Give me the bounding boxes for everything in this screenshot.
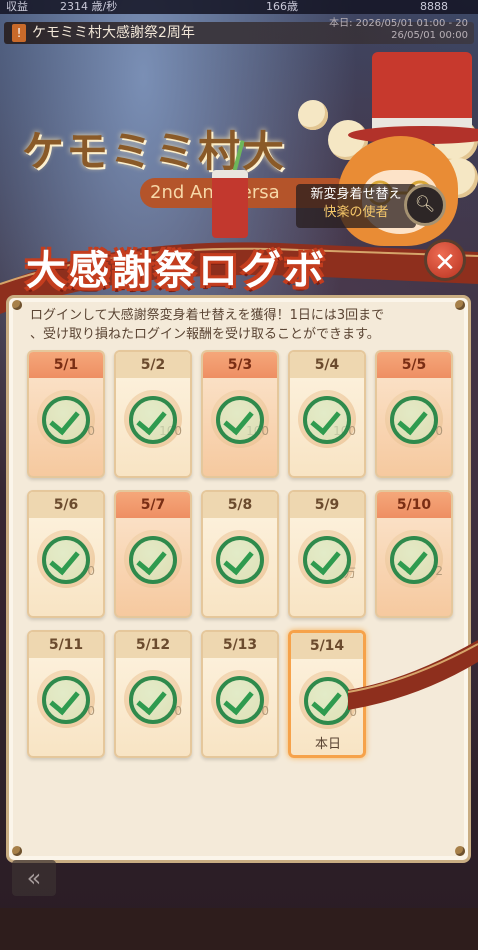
description-line-2: 、受け取り損ねたログイン報酬を受け取ることができます。 (30, 327, 380, 342)
login-day-card[interactable]: 5/5 0 (375, 350, 453, 478)
bubble-line-1: 新変身着せ替え (310, 187, 402, 202)
day-date-label: 5/2 (116, 352, 190, 378)
login-day-card[interactable]: 5/6 0 (27, 490, 105, 618)
day-date-label: 5/11 (29, 632, 103, 658)
claimed-check-icon (390, 536, 438, 584)
panel-description: ログインして大感謝祭変身着せ替えを獲得！1日には3回まで 、受け取り損ねたログイ… (30, 306, 450, 344)
day-date-label: 5/3 (203, 352, 277, 378)
drink-cup-icon (212, 170, 248, 238)
panel-rivet (455, 846, 465, 856)
stat-value: 166歳 (266, 0, 298, 13)
login-day-card[interactable]: 5/12 0 (114, 630, 192, 758)
login-day-card[interactable]: 5/8 (201, 490, 279, 618)
income-label: 収益 (6, 0, 28, 13)
news-text: ケモミミ村大感謝祭2周年 (32, 25, 195, 41)
day-date-label: 5/12 (116, 632, 190, 658)
claimed-check-icon (216, 396, 264, 444)
day-date-label: 5/8 (203, 492, 277, 518)
claimed-check-icon (129, 676, 177, 724)
close-icon: ✕ (434, 248, 456, 278)
login-day-card[interactable]: 5/2100 (114, 350, 192, 478)
login-day-card[interactable]: 5/3100 (201, 350, 279, 478)
gems-value: 8888 (420, 0, 448, 13)
claimed-check-icon (129, 396, 177, 444)
login-day-card[interactable]: 5/10 2 (375, 490, 453, 618)
ribbon-tail-decoration (348, 640, 478, 710)
info-icon: ! (12, 24, 26, 42)
claimed-check-icon (42, 676, 90, 724)
panel-rivet (12, 846, 22, 856)
day-date-label: 5/10 (377, 492, 451, 518)
bottom-bar (0, 908, 478, 950)
claimed-check-icon (216, 536, 264, 584)
day-date-label: 5/13 (203, 632, 277, 658)
day-date-label: 5/9 (290, 492, 364, 518)
login-day-card[interactable]: 5/13 0 (201, 630, 279, 758)
bubble-line-2: 快楽の使者 (323, 205, 389, 220)
claimed-check-icon (129, 536, 177, 584)
claimed-check-icon (42, 396, 90, 444)
claimed-check-icon (390, 396, 438, 444)
claimed-check-icon (304, 677, 352, 725)
back-arrow-icon: « (26, 864, 42, 892)
claimed-check-icon (42, 536, 90, 584)
login-day-card[interactable]: 5/4100 (288, 350, 366, 478)
date-line-1: 本日: 2026/05/01 01:00 - 20 (329, 18, 468, 29)
magnify-icon[interactable]: 🔍︎ (404, 184, 446, 226)
costume-info-bubble[interactable]: 新変身着せ替え 快楽の使者 (296, 184, 416, 228)
login-day-card[interactable]: 5/9 万 (288, 490, 366, 618)
status-bar: 収益 2314 歳/秒 166歳 8888 (0, 0, 478, 14)
day-date-label: 5/7 (116, 492, 190, 518)
close-button[interactable]: ✕ (424, 239, 466, 281)
today-label: 本日 (314, 737, 341, 752)
day-date-label: 5/5 (377, 352, 451, 378)
login-day-card[interactable]: 5/11 0 (27, 630, 105, 758)
description-line-1: ログインして大感謝祭変身着せ替えを獲得！1日には3回まで (30, 308, 385, 323)
login-day-card[interactable]: 5/7 (114, 490, 192, 618)
panel-title: 大感謝祭ログボ (26, 248, 327, 294)
claimed-check-icon (303, 396, 351, 444)
panel-rivet (455, 300, 465, 310)
login-day-card[interactable]: 5/1 0 (27, 350, 105, 478)
event-date: 本日: 2026/05/01 01:00 - 20 26/05/01 00:00 (329, 18, 468, 42)
back-button[interactable]: « (12, 860, 56, 896)
day-date-label: 5/4 (290, 352, 364, 378)
panel-rivet (12, 300, 22, 310)
day-date-label: 5/6 (29, 492, 103, 518)
claimed-check-icon (303, 536, 351, 584)
day-date-label: 5/1 (29, 352, 103, 378)
income-value: 2314 歳/秒 (60, 0, 118, 13)
claimed-check-icon (216, 676, 264, 724)
